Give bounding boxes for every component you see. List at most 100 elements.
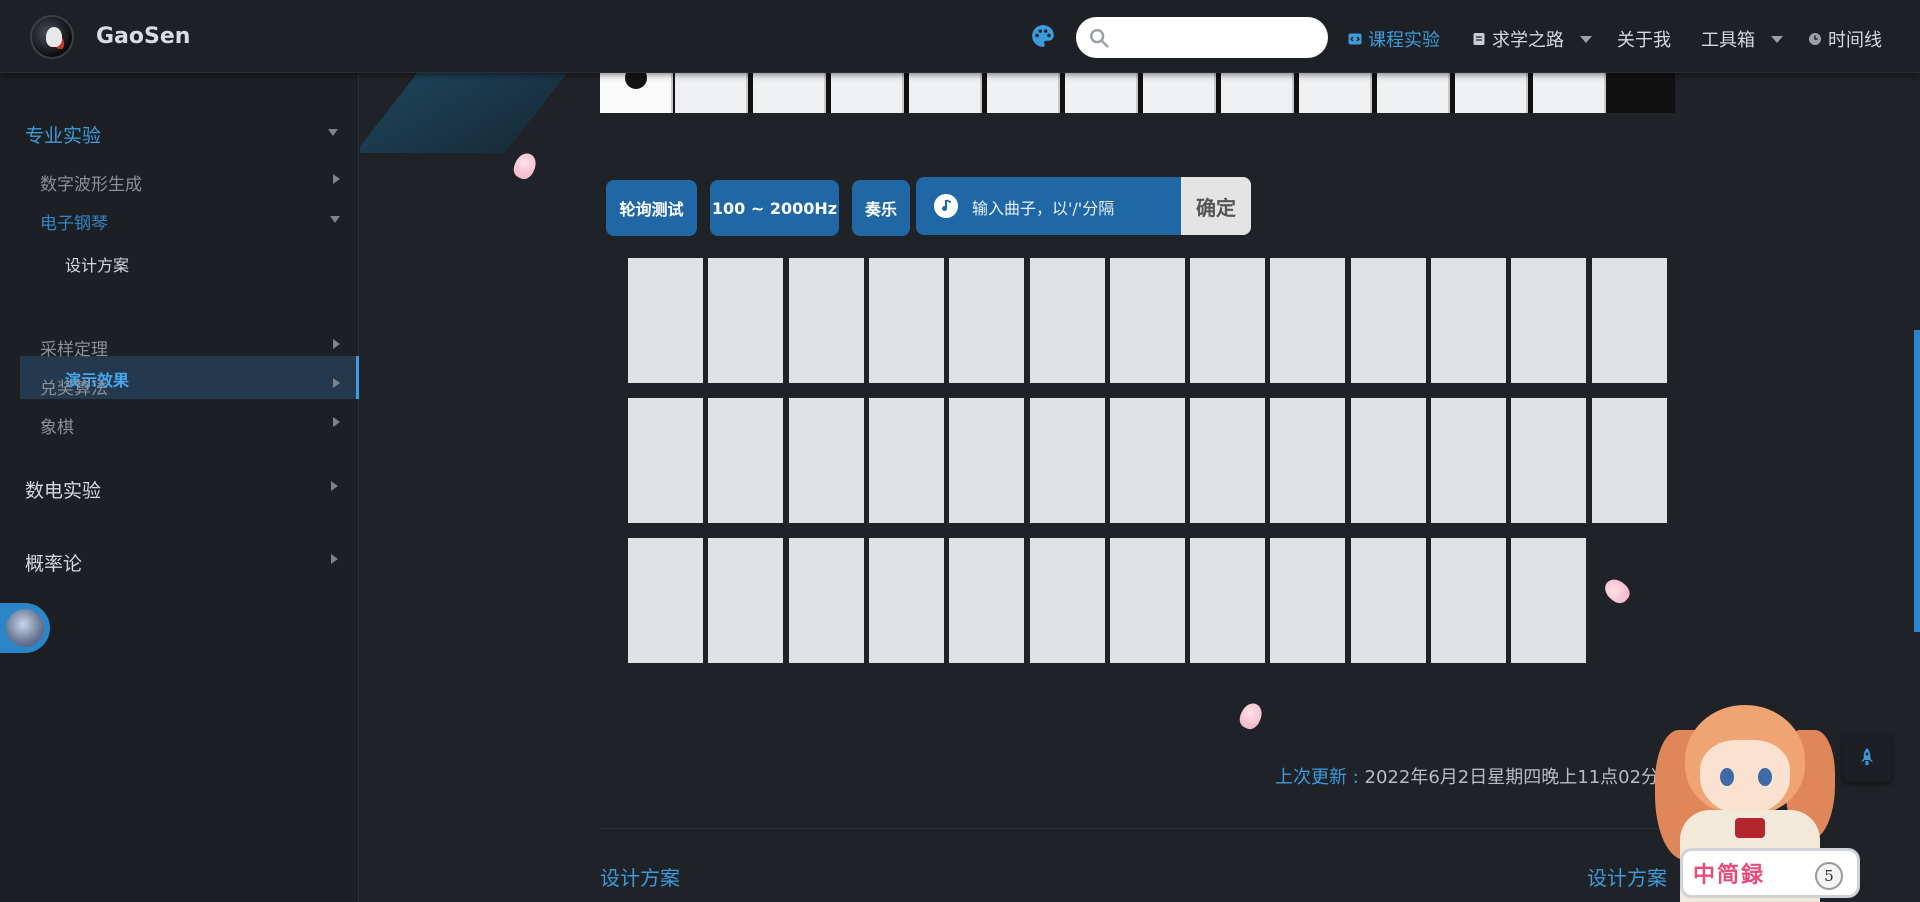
poll-test-button[interactable]: 轮询测试 — [606, 180, 697, 236]
clock-icon — [1809, 33, 1821, 45]
top-piano-key[interactable] — [1221, 73, 1294, 113]
chevron-right-icon[interactable] — [333, 174, 340, 184]
play-music-button[interactable]: 奏乐 — [852, 180, 910, 236]
piano-key[interactable] — [1270, 398, 1346, 523]
piano-key[interactable] — [949, 258, 1025, 383]
piano-key[interactable] — [1591, 258, 1667, 383]
top-piano-key[interactable] — [987, 73, 1060, 113]
nav-study-path[interactable]: 求学之路 — [1472, 26, 1592, 52]
prev-page-link[interactable]: 设计方案 — [600, 862, 680, 891]
top-piano-key[interactable] — [1143, 73, 1216, 113]
top-piano-key[interactable] — [675, 73, 748, 113]
piano-key[interactable] — [1431, 258, 1506, 383]
piano-key[interactable] — [1109, 538, 1185, 663]
site-logo-avatar[interactable] — [30, 15, 74, 59]
confirm-button[interactable]: 确定 — [1181, 177, 1251, 235]
frequency-range-button[interactable]: 100 ~ 2000Hz — [710, 180, 839, 236]
top-piano-key[interactable] — [753, 73, 826, 113]
piano-key[interactable] — [1431, 538, 1506, 663]
nav-label: 工具箱 — [1701, 30, 1755, 51]
piano-key[interactable] — [788, 398, 864, 523]
piano-key[interactable] — [1190, 258, 1266, 383]
chevron-right-icon[interactable] — [333, 417, 340, 427]
piano-key[interactable] — [708, 398, 784, 523]
sidebar-item-electronic-piano[interactable]: 电子钢琴 — [40, 209, 108, 234]
piano-key[interactable] — [1350, 258, 1426, 383]
code-icon — [1348, 33, 1362, 45]
piano-key[interactable] — [1511, 258, 1587, 383]
scrollbar[interactable] — [1914, 330, 1920, 632]
sidebar-item-sampling-theorem[interactable]: 采样定理 — [40, 335, 108, 360]
floating-avatar-button[interactable] — [0, 603, 50, 653]
chevron-right-icon[interactable] — [331, 554, 338, 564]
nav-label: 时间线 — [1828, 30, 1882, 51]
nav-label: 关于我 — [1617, 30, 1671, 51]
piano-key[interactable] — [708, 258, 784, 383]
piano-key[interactable] — [1029, 398, 1105, 523]
nav-about-me[interactable]: 关于我 — [1617, 26, 1671, 52]
piano-key[interactable] — [949, 398, 1025, 523]
piano-key[interactable] — [868, 398, 944, 523]
piano-key[interactable] — [788, 258, 864, 383]
piano-key[interactable] — [1270, 258, 1346, 383]
piano-key[interactable] — [1029, 258, 1105, 383]
chevron-right-icon[interactable] — [333, 378, 340, 388]
top-piano-key[interactable] — [1377, 73, 1450, 113]
sidebar-group-digital-circuits[interactable]: 数电实验 — [25, 476, 101, 503]
chevron-down-icon[interactable] — [328, 129, 338, 136]
piano-key[interactable] — [1190, 398, 1266, 523]
search-input[interactable] — [1118, 23, 1314, 52]
piano-key[interactable] — [1270, 538, 1346, 663]
piano-key[interactable] — [628, 398, 703, 523]
back-to-top-button[interactable] — [1843, 734, 1891, 782]
top-piano-key[interactable] — [1299, 73, 1372, 113]
piano-key[interactable] — [628, 538, 703, 663]
music-note-icon — [934, 194, 958, 218]
sidebar-item-digital-waveform[interactable]: 数字波形生成 — [40, 170, 142, 195]
piano-key[interactable] — [868, 258, 944, 383]
site-name[interactable]: GaoSen — [96, 24, 190, 49]
sidebar-item-lottery-algorithm[interactable]: 兑奖算法 — [40, 374, 108, 399]
chevron-right-icon[interactable] — [331, 481, 338, 491]
piano-key[interactable] — [628, 258, 703, 383]
live2d-mascot[interactable]: 中简録 5 — [1645, 700, 1865, 902]
top-navbar: GaoSen 课程实验 求学之路 关于我 工具箱 时间线 — [0, 0, 1920, 73]
book-icon — [1473, 33, 1485, 45]
top-piano-key[interactable] — [1455, 73, 1528, 113]
sidebar-item-chess[interactable]: 象棋 — [40, 413, 74, 438]
piano-key[interactable] — [1591, 398, 1667, 523]
top-piano-strip — [600, 73, 1675, 113]
chevron-down-icon[interactable] — [330, 216, 340, 223]
tune-input[interactable]: 输入曲子，以'/'分隔 — [916, 177, 1182, 235]
top-piano-key[interactable] — [1533, 73, 1606, 113]
top-piano-key[interactable] — [831, 73, 904, 113]
piano-key[interactable] — [1431, 398, 1506, 523]
sidebar-item-design-plan[interactable]: 设计方案 — [65, 252, 129, 276]
search-box — [1076, 17, 1328, 58]
piano-key[interactable] — [788, 538, 864, 663]
sidebar-group-probability[interactable]: 概率论 — [25, 549, 82, 576]
piano-key[interactable] — [1511, 398, 1587, 523]
nav-timeline[interactable]: 时间线 — [1808, 26, 1882, 52]
piano-key[interactable] — [949, 538, 1025, 663]
nav-label: 课程实验 — [1368, 30, 1440, 51]
piano-key[interactable] — [1511, 538, 1587, 663]
piano-key[interactable] — [708, 538, 784, 663]
nav-course-experiments[interactable]: 课程实验 — [1348, 26, 1440, 52]
piano-key[interactable] — [1029, 538, 1105, 663]
piano-key[interactable] — [1109, 398, 1185, 523]
chevron-right-icon[interactable] — [333, 339, 340, 349]
nav-label: 求学之路 — [1492, 30, 1564, 51]
sidebar-group-major-experiments[interactable]: 专业实验 — [25, 121, 101, 148]
piano-key[interactable] — [1190, 538, 1266, 663]
piano-key[interactable] — [1350, 538, 1426, 663]
piano-key[interactable] — [1109, 258, 1185, 383]
search-icon — [1090, 29, 1109, 48]
palette-icon[interactable] — [1030, 23, 1056, 49]
piano-key[interactable] — [868, 538, 944, 663]
piano-key[interactable] — [1350, 398, 1426, 523]
top-piano-key[interactable] — [1065, 73, 1138, 113]
top-piano-key[interactable] — [909, 73, 982, 113]
nav-toolbox[interactable]: 工具箱 — [1701, 26, 1783, 52]
rocket-icon — [1861, 748, 1873, 765]
